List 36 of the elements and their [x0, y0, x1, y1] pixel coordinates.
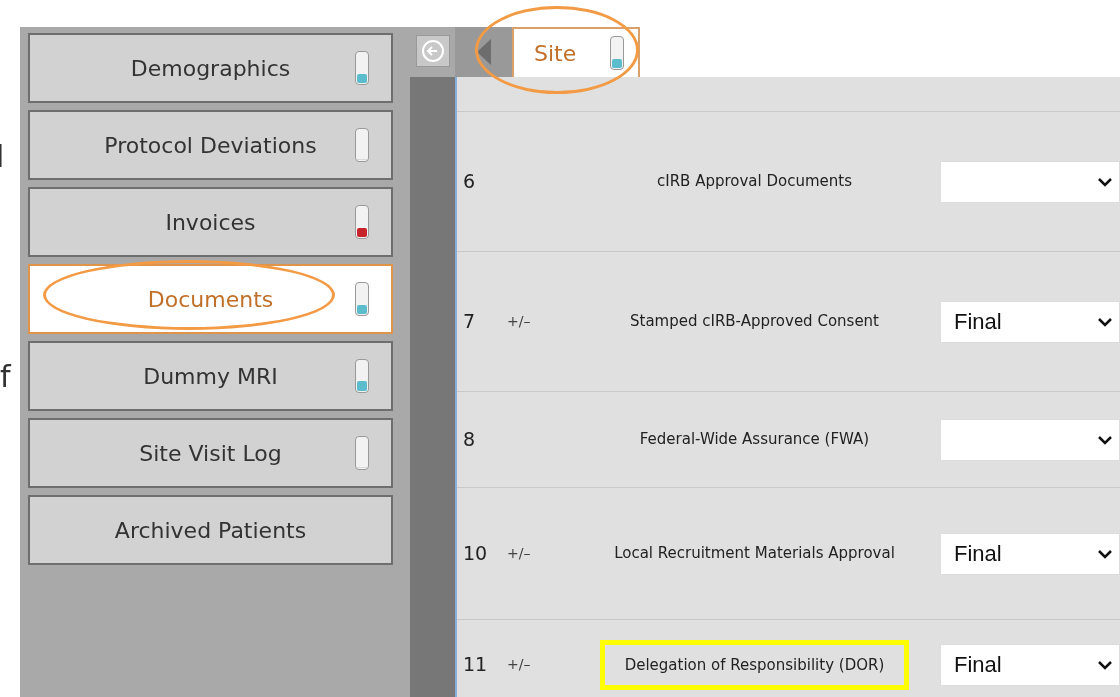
chevron-down-icon [1097, 659, 1113, 670]
sidebar-item[interactable]: Invoices [28, 187, 393, 257]
left-triangle-icon [476, 39, 491, 65]
row-number: 10 [462, 541, 489, 567]
sidebar-item[interactable]: Demographics [28, 33, 393, 103]
tab-label: Site [534, 39, 577, 68]
sidebar-item[interactable]: Protocol Deviations [28, 110, 393, 180]
expand-toggle[interactable]: +/– [507, 543, 569, 564]
sidebar-item[interactable]: Documents [28, 264, 393, 334]
status-dropdown[interactable]: Final [940, 643, 1120, 686]
chevron-down-icon [1097, 316, 1113, 327]
status-dropdown[interactable] [940, 160, 1120, 203]
row-number: 6 [462, 169, 477, 195]
document-name: Stamped cIRB-Approved Consent [630, 311, 879, 333]
status-dropdown[interactable]: Final [940, 532, 1120, 575]
tab[interactable]: Site [512, 27, 640, 77]
chevron-down-icon [1097, 434, 1113, 445]
status-dropdown[interactable] [940, 418, 1120, 461]
back-button[interactable] [415, 35, 450, 67]
document-name: cIRB Approval Documents [657, 171, 852, 193]
row-number: 7 [462, 309, 477, 335]
chevron-down-icon [1097, 176, 1113, 187]
status-dropdown[interactable]: Final [940, 300, 1120, 343]
expand-toggle[interactable]: +/– [507, 654, 569, 675]
document-name: Delegation of Responsibility (DOR) [624, 655, 885, 674]
document-name: Federal-Wide Assurance (FWA) [639, 429, 870, 451]
document-name: Local Recruitment Materials Approval [614, 543, 895, 565]
expand-toggle[interactable]: +/– [507, 311, 569, 332]
row-number: 8 [462, 427, 477, 453]
sidebar-item[interactable]: Dummy MRI [28, 341, 393, 411]
chevron-down-icon [1097, 548, 1113, 559]
sidebar-item[interactable]: Archived Patients [28, 495, 393, 565]
row-number: 11 [462, 652, 489, 678]
previous-tab-button[interactable] [455, 27, 512, 77]
sidebar-item[interactable]: Site Visit Log [28, 418, 393, 488]
cropped-letter: f [0, 360, 12, 394]
